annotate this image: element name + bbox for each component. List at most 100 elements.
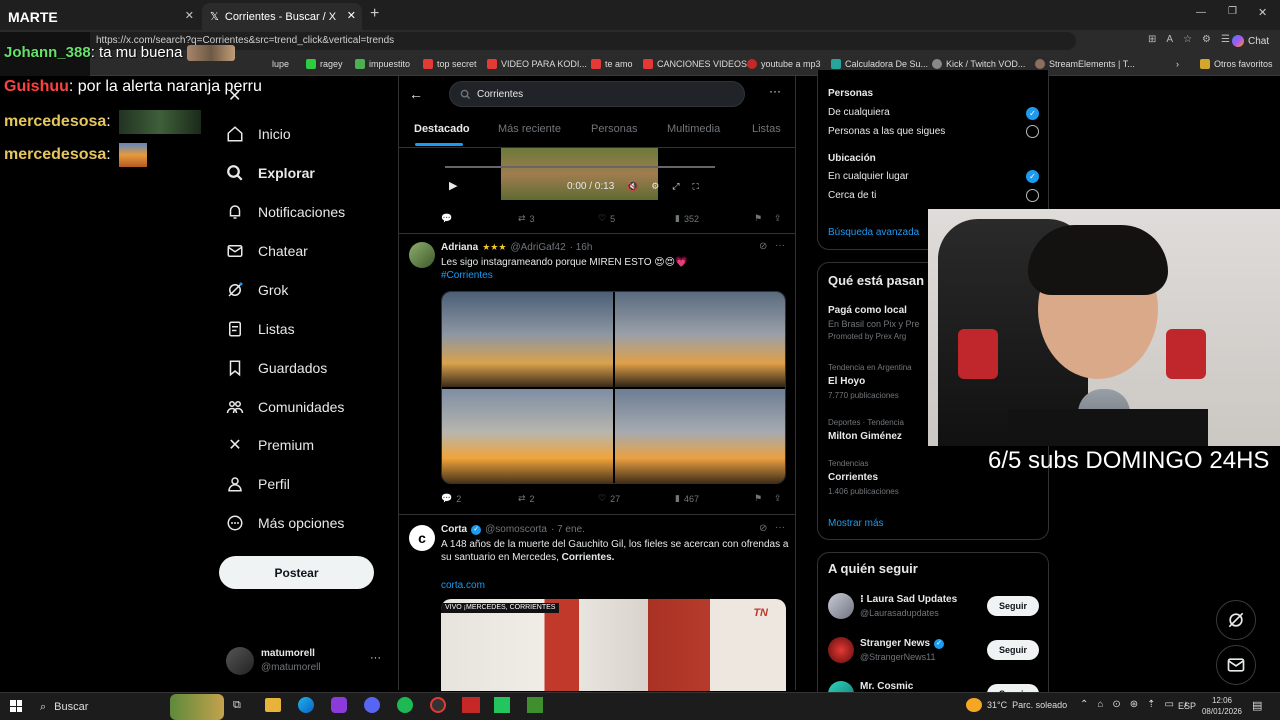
bookmark-item[interactable]: te amo bbox=[591, 58, 633, 70]
bookmark-item[interactable]: impuestito bbox=[355, 58, 410, 70]
follow-suggestion[interactable]: Stranger News ✓ @StrangerNews11 Seguir bbox=[818, 635, 1048, 667]
reply-button[interactable]: 💬 2 bbox=[441, 493, 461, 504]
grok-icon[interactable]: ⊘ bbox=[759, 523, 767, 534]
video-controls-icons[interactable]: 🔇⚙⤢⛶ bbox=[627, 181, 712, 192]
toolbar-extension-icons[interactable]: ⊞A☆⚙☰ bbox=[1148, 34, 1240, 45]
more-icon[interactable]: ··· bbox=[370, 652, 381, 664]
radio-checked-icon[interactable]: ✓ bbox=[1026, 170, 1039, 183]
other-favorites[interactable]: Otros favoritos bbox=[1200, 58, 1273, 70]
nav-item-chatear[interactable]: Chatear bbox=[226, 236, 308, 266]
nav-item-grok[interactable]: Grok bbox=[226, 275, 288, 305]
tweet[interactable]: c Corta ✓ @somoscorta · 7 ene. ⊘ ··· A 1… bbox=[399, 515, 795, 691]
post-button[interactable]: Postear bbox=[219, 556, 374, 589]
restore-icon[interactable]: ❐ bbox=[1228, 6, 1237, 17]
more-icon[interactable]: ··· bbox=[775, 240, 785, 251]
follow-button[interactable]: Seguir bbox=[987, 596, 1039, 616]
close-icon[interactable]: ✕ bbox=[185, 9, 194, 22]
follow-suggestion[interactable]: Mr. Cosmic Seguir bbox=[818, 679, 1048, 693]
bookmark-item[interactable]: CANCIONES VIDEOS bbox=[643, 58, 747, 70]
clock[interactable]: 12:06 08/01/2026 bbox=[1198, 695, 1246, 717]
video-player[interactable]: ▶ 0:00 / 0:13 🔇⚙⤢⛶ bbox=[441, 148, 716, 200]
trend-item[interactable]: Tendencia en Argentina El Hoyo 7.770 pub… bbox=[828, 363, 912, 400]
sunset-photo[interactable] bbox=[442, 389, 613, 483]
reply-icon[interactable]: 💬 bbox=[441, 213, 452, 224]
search-input[interactable]: Corrientes bbox=[449, 81, 745, 107]
hashtag-link[interactable]: #Corrientes bbox=[441, 269, 493, 282]
notifications-icon[interactable]: ▤ bbox=[1252, 699, 1262, 712]
minecraft-icon[interactable] bbox=[527, 697, 543, 713]
weather-text[interactable]: 31°C Parc. soleado bbox=[987, 700, 1067, 710]
discord-icon[interactable] bbox=[364, 697, 380, 713]
like-button[interactable]: ♡ 27 bbox=[598, 493, 620, 504]
language-indicator[interactable]: ESP bbox=[1178, 701, 1196, 711]
tab-mas-reciente[interactable]: Más reciente bbox=[498, 123, 561, 135]
tweet[interactable]: Adriana ★★★ @AdriGaf42 · 16h ⊘ ··· Les s… bbox=[399, 234, 795, 514]
sunset-photo[interactable] bbox=[615, 389, 785, 483]
link[interactable]: corta.com bbox=[441, 579, 485, 592]
file-explorer-icon[interactable] bbox=[265, 698, 281, 712]
obs-icon[interactable] bbox=[430, 697, 446, 713]
window-close-icon[interactable]: ✕ bbox=[1258, 6, 1267, 19]
follow-button[interactable]: Seguir bbox=[987, 640, 1039, 660]
nav-item-mas-opciones[interactable]: Más opciones bbox=[226, 508, 344, 538]
trend-item[interactable]: Tendencias Corrientes 1.406 publicacione… bbox=[828, 459, 899, 496]
promoted-trend[interactable]: Pagá como local En Brasil con Pix y Pre … bbox=[828, 305, 920, 341]
app-icon[interactable] bbox=[331, 697, 347, 713]
bookmark-item[interactable]: Kick / Twitch VOD... bbox=[932, 58, 1025, 70]
tab-destacado[interactable]: Destacado bbox=[414, 123, 470, 135]
follow-suggestion[interactable]: ⁝ Laura Sad Updates @Laurasadupdates Seg… bbox=[818, 591, 1048, 623]
grok-icon[interactable]: ⊘ bbox=[759, 241, 767, 252]
retweet-button[interactable]: ⇄ 2 bbox=[518, 493, 535, 504]
retweet-button[interactable]: ⇄ 3 bbox=[518, 213, 535, 224]
bookmarks-overflow-icon[interactable]: › bbox=[1176, 58, 1179, 70]
radio-unchecked-icon[interactable] bbox=[1026, 125, 1039, 138]
nav-item-inicio[interactable]: Inicio bbox=[226, 119, 291, 149]
play-icon[interactable]: ▶ bbox=[449, 179, 457, 192]
image-grid[interactable] bbox=[441, 291, 786, 484]
sunset-photo[interactable] bbox=[615, 292, 785, 387]
bookmark-item[interactable]: top secret bbox=[423, 58, 477, 70]
copilot-chat-button[interactable]: Chat bbox=[1232, 33, 1269, 49]
nav-item-listas[interactable]: Listas bbox=[226, 314, 295, 344]
bookmark-item[interactable]: Calculadora De Su... bbox=[831, 58, 928, 70]
more-icon[interactable]: ··· bbox=[769, 84, 781, 98]
radio-unchecked-icon[interactable] bbox=[1026, 189, 1039, 202]
share-icon[interactable]: ⇪ bbox=[774, 213, 782, 224]
trend-item[interactable]: Deportes · Tendencia Milton Giménez bbox=[828, 418, 904, 442]
nav-item-perfil[interactable]: Perfil bbox=[226, 469, 290, 499]
bookmark-item[interactable]: youtube a mp3 bbox=[747, 58, 821, 70]
task-view-icon[interactable]: ⧉ bbox=[233, 699, 241, 712]
views-button[interactable]: ▮ 352 bbox=[675, 213, 699, 224]
app-icon[interactable] bbox=[462, 697, 480, 713]
bookmark-icon[interactable]: ⚑ bbox=[754, 213, 762, 224]
advanced-search-link[interactable]: Búsqueda avanzada bbox=[828, 227, 919, 238]
show-more-link[interactable]: Mostrar más bbox=[828, 518, 884, 529]
views-button[interactable]: ▮ 467 bbox=[675, 493, 699, 504]
bookmark-icon[interactable]: ⚑ bbox=[754, 493, 762, 504]
bookmark-item[interactable]: VIDEO PARA KODI... bbox=[487, 58, 587, 70]
tab-multimedia[interactable]: Multimedia bbox=[667, 123, 720, 135]
tab-personas[interactable]: Personas bbox=[591, 123, 637, 135]
grok-float-button[interactable] bbox=[1216, 600, 1256, 640]
nav-item-explorar[interactable]: Explorar bbox=[226, 158, 315, 188]
like-button[interactable]: ♡ 5 bbox=[598, 213, 615, 224]
app-icon[interactable] bbox=[494, 697, 510, 713]
edge-icon[interactable] bbox=[298, 697, 314, 713]
nav-item-notificaciones[interactable]: Notificaciones bbox=[226, 197, 345, 227]
browser-tab-marte[interactable]: MARTE ✕ bbox=[0, 3, 200, 30]
x-logo-icon[interactable]: ✕ bbox=[228, 86, 241, 106]
account-switcher[interactable]: matumorell @matumorell ··· bbox=[224, 644, 394, 678]
messages-float-button[interactable] bbox=[1216, 645, 1256, 685]
bookmark-item[interactable]: ragey bbox=[306, 58, 343, 70]
bookmark-item[interactable]: StreamElements | T... bbox=[1035, 58, 1135, 70]
browser-tab-search[interactable]: 𝕏 Corrientes - Buscar / X ✕ bbox=[202, 3, 362, 30]
windows-start-icon[interactable] bbox=[10, 700, 22, 712]
tab-listas[interactable]: Listas bbox=[752, 123, 781, 135]
video-progress-bar[interactable] bbox=[445, 166, 715, 168]
video-thumbnail[interactable]: VIVO ¡MERCEDES, CORRIENTES TN bbox=[441, 599, 786, 691]
spotify-icon[interactable] bbox=[397, 697, 413, 713]
radio-checked-icon[interactable]: ✓ bbox=[1026, 107, 1039, 120]
sunset-photo[interactable] bbox=[442, 292, 613, 387]
share-icon[interactable]: ⇪ bbox=[774, 493, 782, 504]
new-tab-icon[interactable]: + bbox=[370, 5, 379, 23]
